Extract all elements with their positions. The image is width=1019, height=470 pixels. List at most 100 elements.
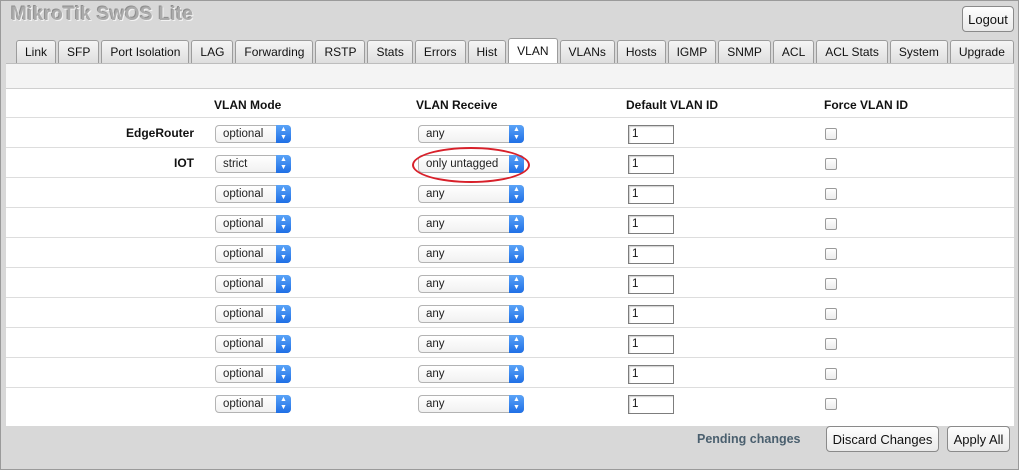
default-vlan-id-input[interactable]: 1 [628, 245, 674, 264]
table-row: optional ▲ ▼ any ▲ ▼ 1 [6, 387, 1014, 417]
force-vlan-id-checkbox[interactable] [825, 218, 837, 230]
vlan-mode-select[interactable]: optional ▲ ▼ [215, 365, 291, 383]
default-vlan-id-input[interactable]: 1 [628, 335, 674, 354]
vlan-mode-select[interactable]: optional ▲ ▼ [215, 185, 291, 203]
tab-snmp[interactable]: SNMP [718, 40, 771, 63]
vlan-receive-select[interactable]: any ▲ ▼ [418, 365, 524, 383]
force-vlan-id-checkbox[interactable] [825, 338, 837, 350]
tab-bar: Link SFP Port Isolation LAG Forwarding RSTP St… [16, 38, 1016, 63]
vlan-mode-select[interactable]: optional ▲ ▼ [215, 125, 291, 143]
vlan-receive-select[interactable]: any ▲ ▼ [418, 185, 524, 203]
tab-stats[interactable]: Stats [367, 40, 413, 63]
chevron-updown-icon: ▲ ▼ [509, 305, 524, 323]
force-vlan-id-checkbox[interactable] [825, 128, 837, 140]
force-vlan-id-checkbox[interactable] [825, 308, 837, 320]
vlan-receive-select[interactable]: any ▲ ▼ [418, 395, 524, 413]
tab-port-isolation[interactable]: Port Isolation [101, 40, 190, 63]
vlan-mode-select-value: strict [223, 158, 248, 170]
tab-hosts[interactable]: Hosts [616, 40, 666, 63]
chevron-updown-icon: ▲ ▼ [276, 185, 291, 203]
vlan-receive-select-value: any [426, 218, 445, 230]
logout-button[interactable]: Logout [962, 6, 1014, 32]
vlan-mode-select[interactable]: optional ▲ ▼ [215, 335, 291, 353]
chevron-updown-icon: ▲ ▼ [509, 185, 524, 203]
default-vlan-id-input[interactable]: 1 [628, 305, 674, 324]
chevron-updown-icon: ▲ ▼ [509, 215, 524, 233]
vlan-receive-select-value: any [426, 368, 445, 380]
header-default-vlan-id: Default VLAN ID [626, 98, 719, 112]
table-row: optional ▲ ▼ any ▲ ▼ 1 [6, 207, 1014, 237]
force-vlan-id-checkbox[interactable] [825, 188, 837, 200]
vlan-receive-select[interactable]: only untagged ▲ ▼ [418, 155, 524, 173]
vlan-panel: VLAN Mode VLAN Receive Default VLAN ID F… [6, 63, 1014, 426]
tab-forwarding[interactable]: Forwarding [235, 40, 314, 63]
default-vlan-id-input[interactable]: 1 [628, 365, 674, 384]
vlan-receive-select-value: any [426, 188, 445, 200]
force-vlan-id-checkbox[interactable] [825, 278, 837, 290]
chevron-updown-icon: ▲ ▼ [276, 365, 291, 383]
pending-changes-text: Pending changes [697, 432, 801, 446]
default-vlan-id-input[interactable]: 1 [628, 395, 674, 414]
force-vlan-id-checkbox[interactable] [825, 398, 837, 410]
chevron-updown-icon: ▲ ▼ [276, 395, 291, 413]
vlan-mode-select-value: optional [223, 128, 264, 140]
tab-system[interactable]: System [889, 40, 948, 63]
chevron-updown-icon: ▲ ▼ [509, 365, 524, 383]
vlan-mode-select-value: optional [223, 398, 264, 410]
table-row: optional ▲ ▼ any ▲ ▼ 1 [6, 297, 1014, 327]
default-vlan-id-input[interactable]: 1 [628, 275, 674, 294]
tab-hist[interactable]: Hist [467, 40, 507, 63]
vlan-receive-select[interactable]: any ▲ ▼ [418, 125, 524, 143]
tab-vlan[interactable]: VLAN [508, 38, 558, 63]
default-vlan-id-input[interactable]: 1 [628, 155, 674, 174]
apply-all-button[interactable]: Apply All [947, 426, 1010, 452]
default-vlan-id-input[interactable]: 1 [628, 215, 674, 234]
vlan-mode-select[interactable]: optional ▲ ▼ [215, 245, 291, 263]
force-vlan-id-checkbox[interactable] [825, 158, 837, 170]
default-vlan-id-input[interactable]: 1 [628, 125, 674, 144]
tab-lag[interactable]: LAG [191, 40, 234, 63]
tab-acl[interactable]: ACL [772, 40, 815, 63]
chevron-updown-icon: ▲ ▼ [509, 245, 524, 263]
default-vlan-id-input[interactable]: 1 [628, 185, 674, 204]
tab-upgrade[interactable]: Upgrade [949, 40, 1014, 63]
vlan-receive-select[interactable]: any ▲ ▼ [418, 215, 524, 233]
tab-rstp[interactable]: RSTP [315, 40, 366, 63]
chevron-updown-icon: ▲ ▼ [509, 335, 524, 353]
header-vlan-receive: VLAN Receive [416, 98, 498, 112]
vlan-receive-select[interactable]: any ▲ ▼ [418, 335, 524, 353]
force-vlan-id-checkbox[interactable] [825, 248, 837, 260]
tab-link[interactable]: Link [16, 40, 57, 63]
vlan-mode-select[interactable]: optional ▲ ▼ [215, 395, 291, 413]
table-row: EdgeRouter optional ▲ ▼ any ▲ ▼ 1 [6, 117, 1014, 147]
tab-igmp[interactable]: IGMP [667, 40, 717, 63]
tab-acl-stats[interactable]: ACL Stats [816, 40, 888, 63]
header-force-vlan-id: Force VLAN ID [824, 98, 909, 112]
vlan-mode-select[interactable]: optional ▲ ▼ [215, 275, 291, 293]
vlan-receive-select[interactable]: any ▲ ▼ [418, 305, 524, 323]
vlan-mode-select-value: optional [223, 308, 264, 320]
vlan-mode-select[interactable]: strict ▲ ▼ [215, 155, 291, 173]
vlan-mode-select[interactable]: optional ▲ ▼ [215, 215, 291, 233]
vlan-mode-select-value: optional [223, 278, 264, 290]
table-row: optional ▲ ▼ any ▲ ▼ 1 [6, 327, 1014, 357]
chevron-updown-icon: ▲ ▼ [276, 155, 291, 173]
force-vlan-id-checkbox[interactable] [825, 368, 837, 380]
vlan-receive-select-value: any [426, 278, 445, 290]
table-row: optional ▲ ▼ any ▲ ▼ 1 [6, 177, 1014, 207]
table-row: optional ▲ ▼ any ▲ ▼ 1 [6, 357, 1014, 387]
tab-sfp[interactable]: SFP [58, 40, 100, 63]
vlan-receive-select-value: any [426, 398, 445, 410]
vlan-receive-select[interactable]: any ▲ ▼ [418, 275, 524, 293]
vlan-receive-select-value: any [426, 248, 445, 260]
tab-vlans[interactable]: VLANs [559, 40, 615, 63]
tab-errors[interactable]: Errors [414, 40, 466, 63]
vlan-mode-select[interactable]: optional ▲ ▼ [215, 305, 291, 323]
chevron-updown-icon: ▲ ▼ [276, 215, 291, 233]
chevron-updown-icon: ▲ ▼ [509, 395, 524, 413]
vlan-mode-select-value: optional [223, 218, 264, 230]
vlan-mode-select-value: optional [223, 248, 264, 260]
discard-changes-button[interactable]: Discard Changes [826, 426, 939, 452]
vlan-receive-select[interactable]: any ▲ ▼ [418, 245, 524, 263]
table-row: optional ▲ ▼ any ▲ ▼ 1 [6, 237, 1014, 267]
